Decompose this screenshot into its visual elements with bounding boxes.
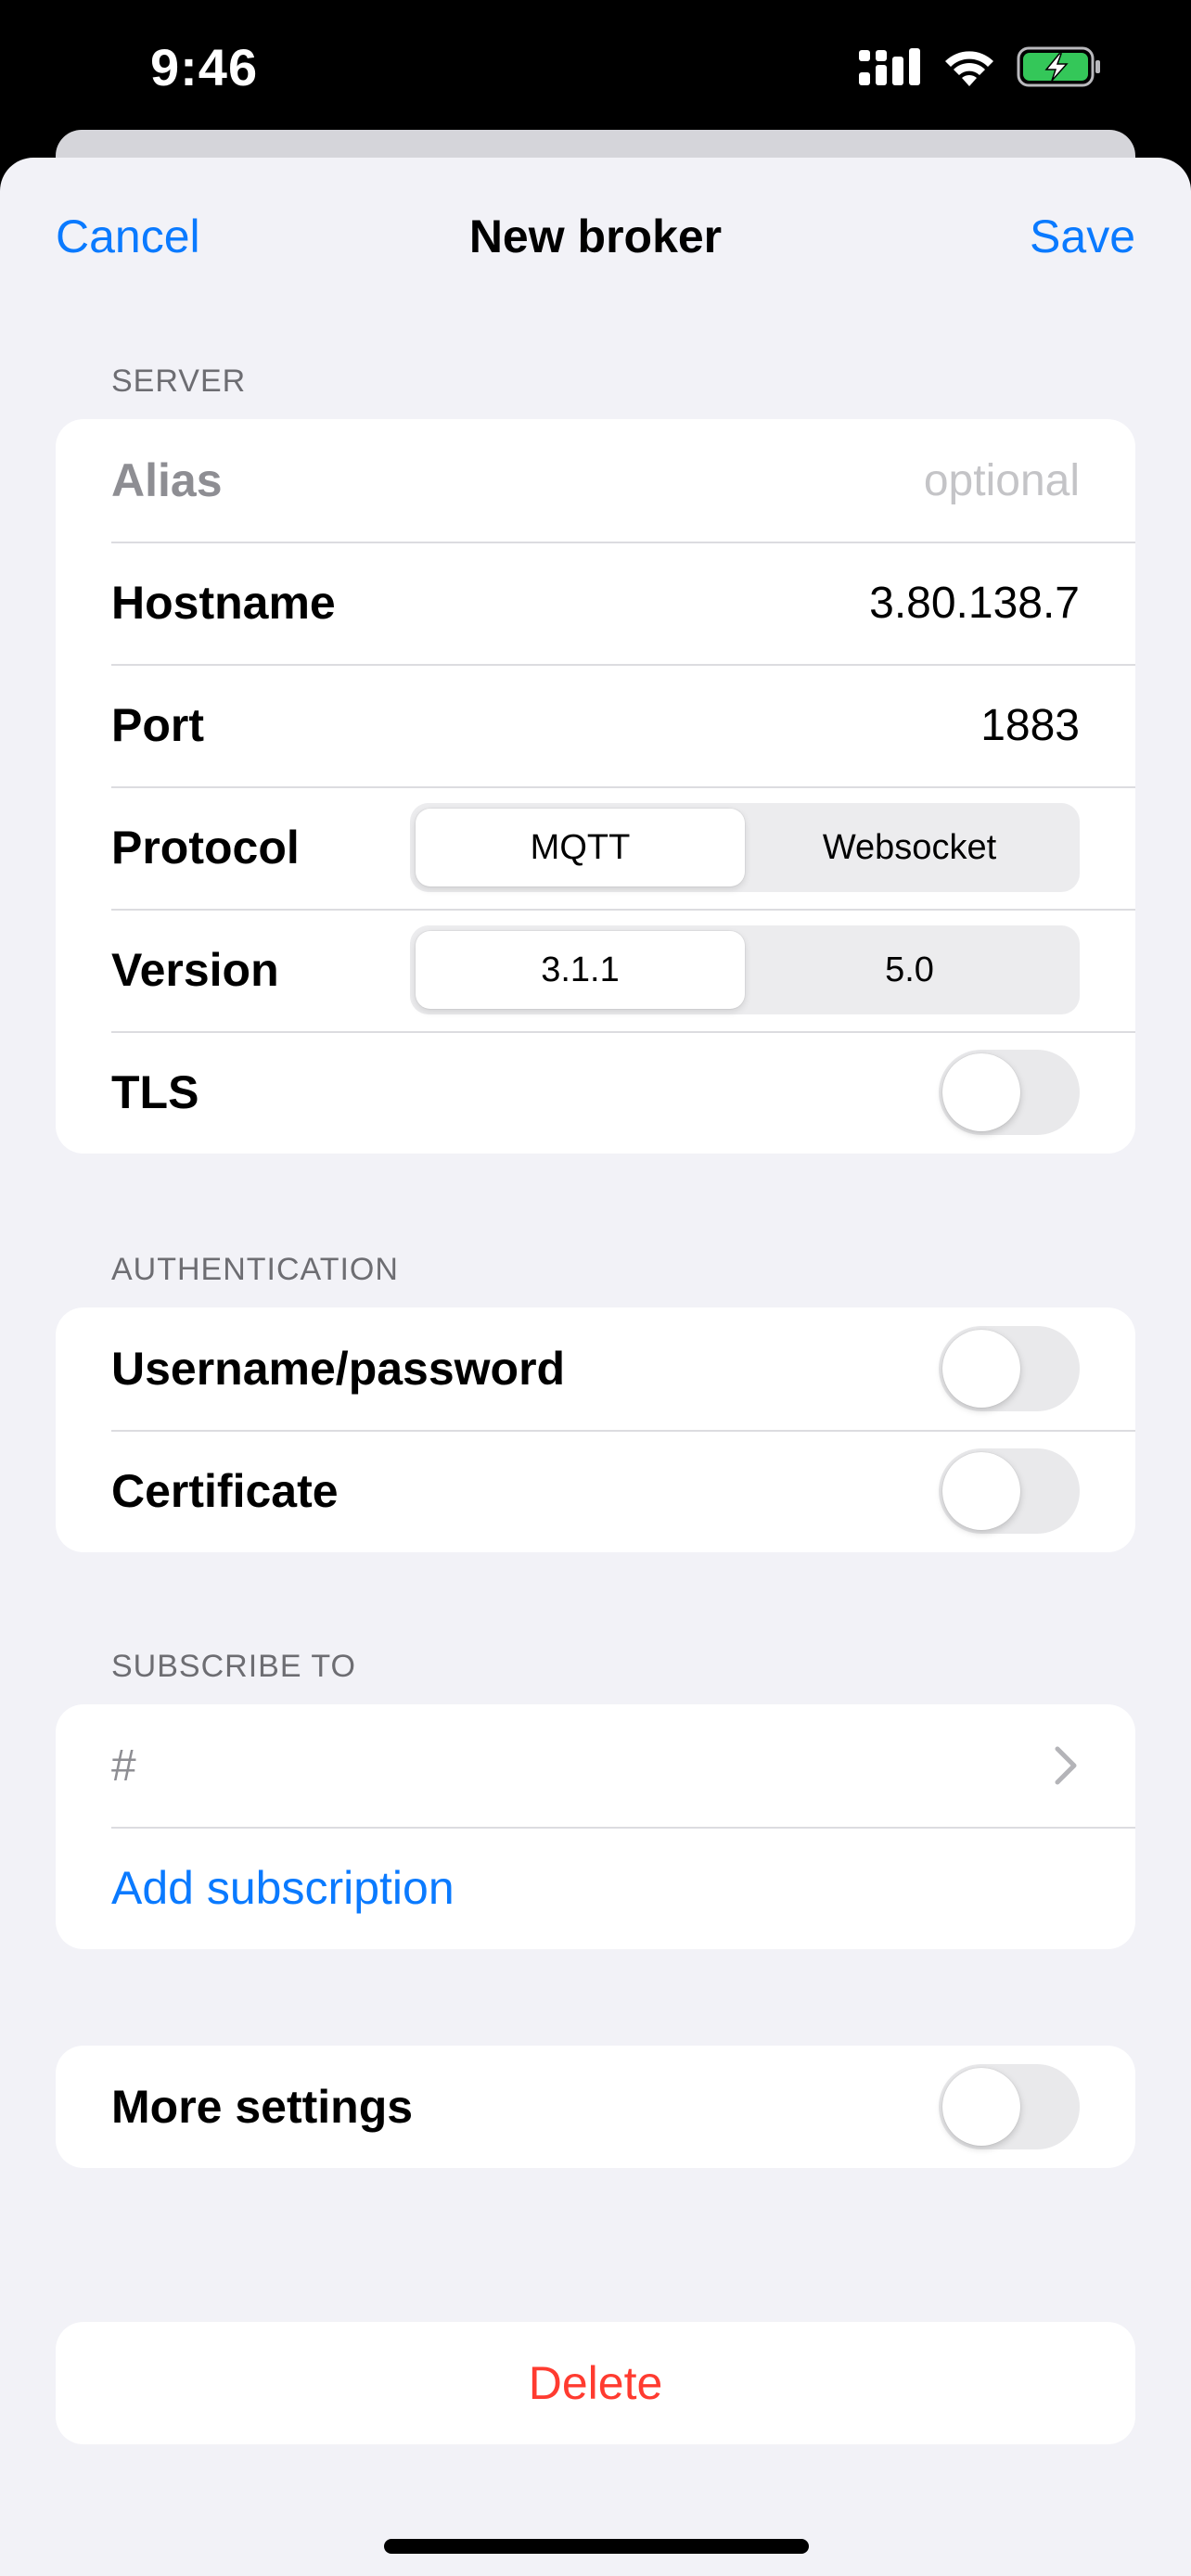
wifi-icon — [945, 51, 993, 86]
more-settings-group: More settings — [56, 2046, 1135, 2168]
toggle-knob — [942, 1053, 1020, 1131]
save-button[interactable]: Save — [1030, 210, 1135, 263]
server-section-header: SERVER — [111, 363, 247, 399]
status-bar: 9:46 — [0, 0, 1191, 139]
userpass-toggle[interactable] — [939, 1326, 1080, 1411]
userpass-row: Username/password — [56, 1307, 1135, 1430]
page-title: New broker — [468, 210, 723, 262]
subscription-row[interactable]: # — [56, 1704, 1135, 1827]
certificate-label: Certificate — [111, 1465, 339, 1517]
alias-row[interactable]: Alias optional — [56, 419, 1135, 542]
status-icons — [859, 46, 1102, 87]
chevron-right-icon — [1055, 1746, 1077, 1785]
server-group: Alias optional Hostname 3.80.138.7 Port … — [56, 419, 1135, 1154]
toggle-knob — [942, 2068, 1020, 2146]
more-settings-toggle[interactable] — [939, 2064, 1080, 2149]
protocol-segmented-control: MQTT Websocket — [410, 803, 1080, 892]
version-option-50[interactable]: 5.0 — [745, 931, 1074, 1009]
alias-label: Alias — [111, 454, 223, 506]
more-settings-label: More settings — [111, 2081, 414, 2133]
protocol-option-websocket[interactable]: Websocket — [745, 809, 1074, 886]
subscribe-section-header: SUBSCRIBE TO — [111, 1649, 356, 1684]
hostname-input[interactable]: 3.80.138.7 — [869, 578, 1080, 629]
tls-label: TLS — [111, 1066, 199, 1118]
toggle-knob — [942, 1330, 1020, 1408]
authentication-group: Username/password Certificate — [56, 1307, 1135, 1552]
subscription-topic: # — [111, 1741, 136, 1791]
port-row[interactable]: Port 1883 — [56, 664, 1135, 786]
protocol-option-mqtt[interactable]: MQTT — [416, 809, 745, 886]
toggle-knob — [942, 1452, 1020, 1530]
hostname-row[interactable]: Hostname 3.80.138.7 — [56, 542, 1135, 664]
subscribe-group: # Add subscription — [56, 1704, 1135, 1949]
version-segmented-control: 3.1.1 5.0 — [410, 925, 1080, 1014]
screen: 9:46 Cancel New broker Save SERVER Alias… — [0, 0, 1191, 2576]
port-label: Port — [111, 699, 204, 751]
new-broker-sheet: Cancel New broker Save SERVER Alias opti… — [0, 158, 1191, 2576]
home-indicator — [384, 2539, 809, 2554]
alias-input[interactable]: optional — [924, 455, 1080, 506]
certificate-toggle[interactable] — [939, 1448, 1080, 1534]
status-time: 9:46 — [150, 38, 259, 96]
userpass-label: Username/password — [111, 1343, 566, 1395]
add-subscription-button[interactable]: Add subscription — [111, 1861, 1080, 1915]
delete-label: Delete — [528, 2357, 663, 2409]
certificate-row: Certificate — [56, 1430, 1135, 1552]
version-label: Version — [111, 944, 279, 996]
nav-bar: Cancel New broker Save — [0, 158, 1191, 315]
add-subscription-row[interactable]: Add subscription — [56, 1827, 1135, 1949]
port-input[interactable]: 1883 — [980, 700, 1080, 751]
protocol-row: Protocol MQTT Websocket — [56, 786, 1135, 909]
delete-group: Delete — [56, 2322, 1135, 2444]
authentication-section-header: AUTHENTICATION — [111, 1252, 399, 1287]
tls-row: TLS — [56, 1031, 1135, 1154]
tls-toggle[interactable] — [939, 1050, 1080, 1135]
version-row: Version 3.1.1 5.0 — [56, 909, 1135, 1031]
delete-button[interactable]: Delete — [56, 2322, 1135, 2444]
cellular-signal-icon — [859, 48, 920, 85]
more-settings-row: More settings — [56, 2046, 1135, 2168]
protocol-label: Protocol — [111, 822, 300, 874]
battery-charging-icon — [1017, 46, 1100, 87]
hostname-label: Hostname — [111, 577, 336, 629]
version-option-311[interactable]: 3.1.1 — [416, 931, 745, 1009]
